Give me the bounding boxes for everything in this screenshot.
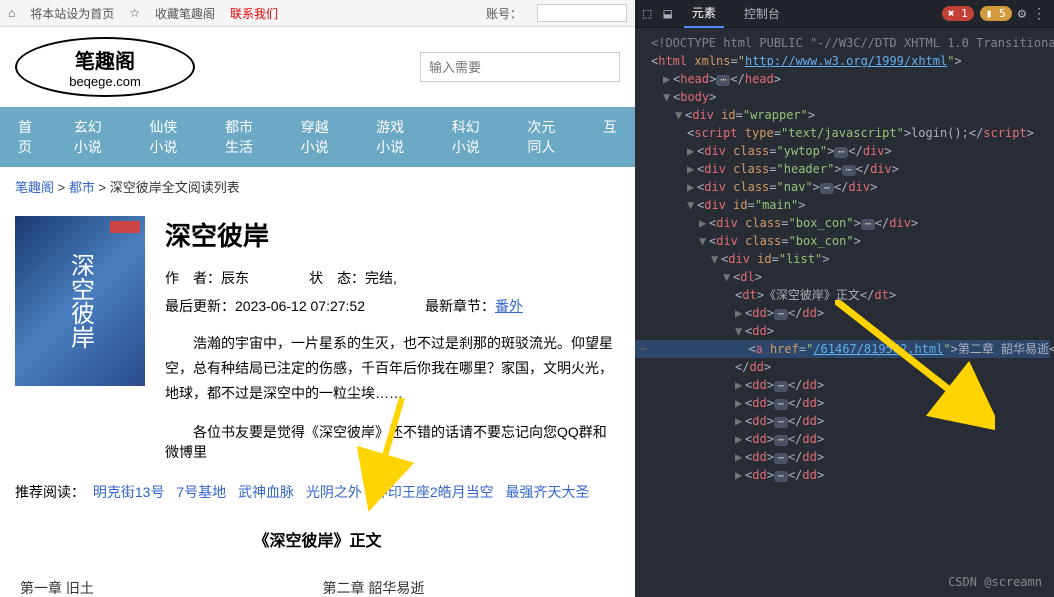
warning-badge[interactable]: ▮ 5 (980, 6, 1012, 21)
book-description: 浩瀚的宇宙中，一片星系的生灭，也不过是刹那的斑驳流光。仰望星空，总有种结局已注定… (165, 331, 620, 407)
account-input[interactable] (537, 4, 627, 22)
nav-home[interactable]: 首页 (0, 107, 56, 167)
book-cover[interactable]: 深空彼岸 (15, 216, 145, 386)
tab-console[interactable]: 控制台 (736, 0, 788, 27)
rec-link[interactable]: 最强齐天大圣 (506, 484, 590, 500)
update-label: 最后更新： (165, 298, 235, 314)
book-title: 深空彼岸 (165, 216, 620, 253)
chapter-list: 第一章 旧土 第二章 韶华易逝 第四章 超自然 第五章 弃若敝履 第七章 列仙不… (0, 566, 635, 597)
error-badge[interactable]: ✖ 1 (942, 6, 974, 21)
cover-badge (110, 221, 140, 233)
status-value: 完结, (365, 270, 397, 286)
device-icon[interactable]: ⬓ (663, 6, 671, 22)
search-input[interactable] (420, 52, 620, 82)
chapter-link[interactable]: 第二章 韶华易逝 (323, 580, 425, 596)
cover-text: 深空彼岸 (63, 253, 98, 349)
book-note: 各位书友要是觉得《深空彼岸》还不错的话请不要忘记向您QQ群和微博里 (165, 422, 620, 462)
nav-more[interactable]: 互 (585, 107, 635, 167)
latest-label: 最新章节： (425, 298, 495, 314)
status-label: 状 态： (309, 270, 365, 286)
rec-link[interactable]: 武神血脉 (238, 484, 294, 500)
latest-chapter-link[interactable]: 番外 (495, 298, 523, 314)
set-home-link[interactable]: 将本站设为首页 (30, 5, 114, 22)
rec-link[interactable]: 神印王座2皓月当空 (374, 484, 494, 500)
update-value: 2023-06-12 07:27:52 (235, 298, 365, 314)
nav-kehuan[interactable]: 科幻小说 (434, 107, 510, 167)
crumb-category[interactable]: 都市 (69, 180, 95, 195)
author-label: 作 者： (165, 270, 221, 286)
gear-icon[interactable]: ⚙ (1018, 6, 1026, 22)
rec-link[interactable]: 7号基地 (176, 484, 226, 500)
chapter-link[interactable]: 第一章 旧土 (20, 580, 94, 596)
chapter-list-heading: 《深空彼岸》正文 (0, 512, 635, 566)
star-icon: ☆ (129, 6, 140, 20)
contact-link[interactable]: 联系我们 (230, 5, 278, 22)
dom-tree[interactable]: <!DOCTYPE html PUBLIC "-//W3C//DTD XHTML… (635, 28, 1054, 490)
tab-elements[interactable]: 元素 (684, 0, 724, 28)
more-icon[interactable]: ⋮ (1032, 6, 1046, 22)
nav-xuanhuan[interactable]: 玄幻小说 (56, 107, 132, 167)
site-logo[interactable]: 笔趣阁 beqege.com (15, 37, 195, 97)
account-label: 账号： (486, 5, 522, 22)
rec-link[interactable]: 明克街13号 (93, 484, 165, 500)
breadcrumb: 笔趣阁 > 都市 > 深空彼岸全文阅读列表 (0, 167, 635, 206)
crumb-current: 深空彼岸全文阅读列表 (110, 180, 240, 195)
rec-link[interactable]: 光阴之外 (306, 484, 362, 500)
inspect-icon[interactable]: ⬚ (643, 6, 651, 22)
devtools-toolbar: ⬚ ⬓ 元素 控制台 ✖ 1 ▮ 5 ⚙ ⋮ (635, 0, 1054, 28)
logo-domain: beqege.com (69, 74, 141, 89)
doctype: <!DOCTYPE html PUBLIC "-//W3C//DTD XHTML… (639, 34, 1050, 52)
favorite-link[interactable]: 收藏笔趣阁 (155, 5, 215, 22)
home-icon: ⌂ (8, 6, 15, 20)
watermark: CSDN @screamn (948, 575, 1042, 589)
author-name: 辰东 (221, 270, 249, 286)
recommendations: 推荐阅读： 明克街13号 7号基地 武神血脉 光阴之外 神印王座2皓月当空 最强… (0, 472, 635, 512)
nav-xianxia[interactable]: 仙侠小说 (131, 107, 207, 167)
nav-ciyuan[interactable]: 次元同人 (509, 107, 585, 167)
nav-chuanyue[interactable]: 穿越小说 (283, 107, 359, 167)
logo-text: 笔趣阁 (75, 45, 135, 74)
main-nav: 首页 玄幻小说 仙侠小说 都市生活 穿越小说 游戏小说 科幻小说 次元同人 互 (0, 107, 635, 167)
nav-youxi[interactable]: 游戏小说 (358, 107, 434, 167)
nav-dushi[interactable]: 都市生活 (207, 107, 283, 167)
rec-label: 推荐阅读： (15, 484, 85, 500)
crumb-home[interactable]: 笔趣阁 (15, 180, 54, 195)
